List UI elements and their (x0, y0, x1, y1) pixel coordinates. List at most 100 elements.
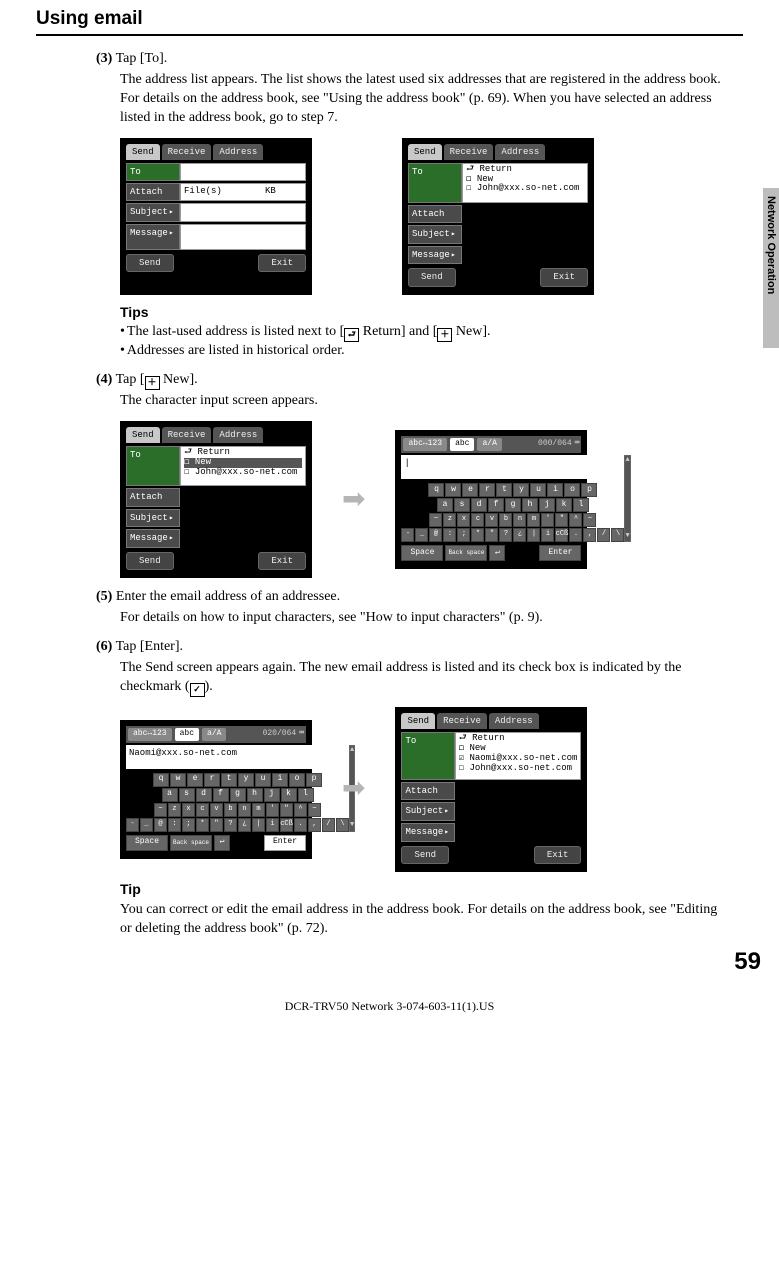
key-l[interactable]: l (298, 788, 314, 802)
key-t[interactable]: t (496, 483, 512, 497)
address-dropdown[interactable]: ⮐ Return ◻ New ☐ John@xxx.so-net.com (180, 446, 306, 486)
label-subject[interactable]: Subject (401, 802, 455, 821)
key--[interactable]: - (401, 528, 414, 542)
key-p[interactable]: p (306, 773, 322, 787)
item-address[interactable]: ☐ John@xxx.so-net.com (466, 184, 584, 194)
tab-address[interactable]: Address (495, 144, 545, 160)
tab-send[interactable]: Send (408, 144, 442, 160)
key-/[interactable]: / (322, 818, 335, 832)
mode-toggle[interactable]: abc↔123 (403, 438, 447, 451)
mode-case[interactable]: a/A (477, 438, 501, 451)
key-¿[interactable]: ¿ (513, 528, 526, 542)
scrollbar[interactable]: ▲▼ (624, 455, 630, 542)
key-~[interactable]: ~ (429, 513, 442, 527)
label-message[interactable]: Message (126, 224, 180, 250)
tab-address[interactable]: Address (489, 713, 539, 729)
label-to[interactable]: To (408, 163, 462, 203)
key-_[interactable]: _ (140, 818, 153, 832)
label-attach[interactable]: Attach (126, 488, 180, 506)
label-message[interactable]: Message (401, 823, 455, 842)
key-k[interactable]: k (281, 788, 297, 802)
key-*[interactable]: * (471, 528, 484, 542)
send-button[interactable]: Send (408, 268, 456, 286)
key-l[interactable]: l (573, 498, 589, 512)
key-cCß[interactable]: cCß (555, 528, 568, 542)
key-r[interactable]: r (479, 483, 495, 497)
key-;[interactable]: ; (182, 818, 195, 832)
send-button[interactable]: Send (401, 846, 449, 864)
key-~[interactable]: ~ (308, 803, 321, 817)
key-z[interactable]: z (168, 803, 181, 817)
key-:[interactable]: : (168, 818, 181, 832)
key-d[interactable]: d (196, 788, 212, 802)
backspace-key[interactable]: Back space (445, 545, 487, 561)
key-i[interactable]: i (272, 773, 288, 787)
key-r[interactable]: r (204, 773, 220, 787)
label-message[interactable]: Message (126, 529, 180, 548)
key-\[interactable]: \ (611, 528, 624, 542)
key-x[interactable]: x (182, 803, 195, 817)
key-j[interactable]: j (264, 788, 280, 802)
field-to[interactable] (180, 163, 306, 181)
key-o[interactable]: o (564, 483, 580, 497)
key-?[interactable]: ? (499, 528, 512, 542)
tab-send[interactable]: Send (126, 144, 160, 160)
key-.[interactable]: . (569, 528, 582, 542)
send-button[interactable]: Send (126, 254, 174, 272)
key-b[interactable]: b (224, 803, 237, 817)
exit-button[interactable]: Exit (540, 268, 588, 286)
tab-address[interactable]: Address (213, 144, 263, 160)
key-e[interactable]: e (187, 773, 203, 787)
key-cCß[interactable]: cCß (280, 818, 293, 832)
key-c[interactable]: c (196, 803, 209, 817)
key-f[interactable]: f (488, 498, 504, 512)
key-n[interactable]: n (238, 803, 251, 817)
tab-receive[interactable]: Receive (437, 713, 487, 729)
key-¿[interactable]: ¿ (238, 818, 251, 832)
key-s[interactable]: s (454, 498, 470, 512)
key-s[interactable]: s (179, 788, 195, 802)
key-,[interactable]: , (583, 528, 596, 542)
key-f[interactable]: f (213, 788, 229, 802)
label-to[interactable]: To (126, 163, 180, 181)
key-b[interactable]: b (499, 513, 512, 527)
return-key[interactable]: ↵ (214, 835, 230, 851)
item-address[interactable]: ☐ John@xxx.so-net.com (459, 764, 578, 774)
space-key[interactable]: Space (126, 835, 168, 851)
label-subject[interactable]: Subject (408, 225, 462, 244)
key-^[interactable]: ^ (294, 803, 307, 817)
key-k[interactable]: k (556, 498, 572, 512)
key-x[interactable]: x (457, 513, 470, 527)
label-subject[interactable]: Subject (126, 509, 180, 528)
key-j[interactable]: j (539, 498, 555, 512)
key-q[interactable]: q (153, 773, 169, 787)
key-'[interactable]: ' (541, 513, 554, 527)
enter-key-active[interactable]: Enter (264, 835, 306, 851)
key-n[interactable]: n (513, 513, 526, 527)
address-dropdown[interactable]: ⮐ Return ◻ New ☐ John@xxx.so-net.com (462, 163, 588, 203)
key-^[interactable]: ^ (569, 513, 582, 527)
space-key[interactable]: Space (401, 545, 443, 561)
key-i[interactable]: i (266, 818, 279, 832)
return-key[interactable]: ↵ (489, 545, 505, 561)
key-h[interactable]: h (522, 498, 538, 512)
key-u[interactable]: u (255, 773, 271, 787)
key-|[interactable]: | (527, 528, 540, 542)
key--[interactable]: - (126, 818, 139, 832)
key-a[interactable]: a (437, 498, 453, 512)
send-button[interactable]: Send (126, 552, 174, 570)
mode-case[interactable]: a/A (202, 728, 226, 741)
key-.[interactable]: . (294, 818, 307, 832)
key-_[interactable]: _ (415, 528, 428, 542)
key-c[interactable]: c (471, 513, 484, 527)
key-~[interactable]: ~ (154, 803, 167, 817)
key-v[interactable]: v (210, 803, 223, 817)
key-g[interactable]: g (230, 788, 246, 802)
tab-receive[interactable]: Receive (162, 144, 212, 160)
tab-address[interactable]: Address (213, 427, 263, 443)
key-w[interactable]: w (445, 483, 461, 497)
exit-button[interactable]: Exit (534, 846, 582, 864)
tab-send[interactable]: Send (401, 713, 435, 729)
key-i[interactable]: i (547, 483, 563, 497)
text-input[interactable]: Naomi@xxx.so-net.com (126, 745, 349, 769)
